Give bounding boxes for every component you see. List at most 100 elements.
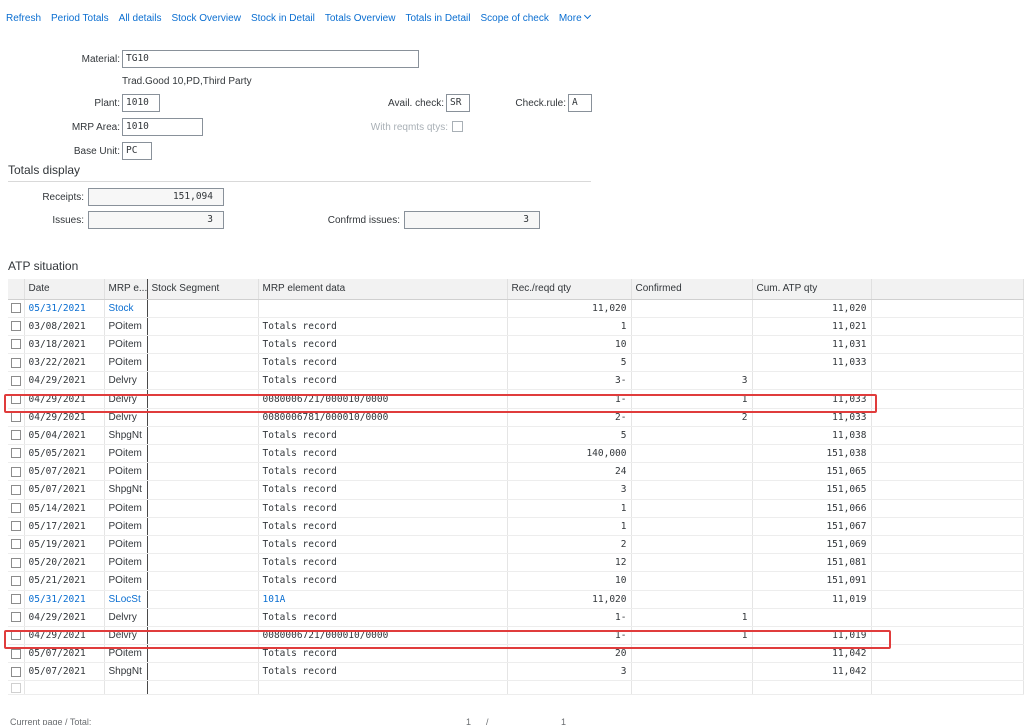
row-select-cell: [8, 517, 25, 536]
row-select-cell: [8, 608, 25, 627]
col-header-rec-reqd-qty[interactable]: Rec./reqd qty: [507, 279, 632, 300]
table-row[interactable]: 05/17/2021 POitem Totals record 1 151,067: [8, 517, 1024, 536]
row-mrp-element[interactable]: Stock: [104, 299, 148, 318]
period-totals-button[interactable]: Period Totals: [51, 13, 109, 24]
table-row[interactable]: 04/29/2021 Delvry Totals record 3- 3: [8, 371, 1024, 391]
row-date: 05/07/2021: [24, 644, 105, 664]
avail-check-field[interactable]: SR: [446, 94, 470, 112]
table-row[interactable]: 05/20/2021 POitem Totals record 12 151,081: [8, 553, 1024, 573]
row-stock-segment: [147, 626, 259, 646]
row-checkbox[interactable]: [11, 357, 21, 368]
row-mrp-element: Delvry: [104, 626, 148, 646]
totals-overview-button[interactable]: Totals Overview: [325, 13, 396, 24]
row-mrp-element: POitem: [104, 462, 148, 482]
more-label: More: [558, 12, 582, 24]
table-row[interactable]: 05/21/2021 POitem Totals record 10 151,091: [8, 571, 1024, 591]
plant-field[interactable]: 1010: [122, 94, 160, 112]
row-checkbox[interactable]: [11, 630, 21, 641]
mrp-area-field[interactable]: 1010: [122, 118, 203, 136]
col-header-mrp-element-data[interactable]: MRP element data: [258, 279, 508, 300]
row-checkbox[interactable]: [11, 593, 21, 604]
table-row[interactable]: 04/29/2021 Delvry Totals record 1- 1: [8, 608, 1024, 627]
table-row[interactable]: 05/14/2021 POitem Totals record 1 151,066: [8, 499, 1024, 518]
row-cum-atp-qty: 151,065: [752, 480, 872, 500]
base-unit-field[interactable]: PC: [122, 142, 152, 160]
table-row[interactable]: 05/07/2021 POitem Totals record 24 151,065: [8, 462, 1024, 482]
row-checkbox[interactable]: [11, 412, 21, 423]
row-confirmed: [631, 499, 753, 518]
row-checkbox[interactable]: [11, 393, 21, 404]
row-mrp-element[interactable]: SLocSt: [104, 590, 148, 609]
table-row[interactable]: 03/18/2021 POitem Totals record 10 11,031: [8, 335, 1024, 355]
receipts-field: 151,094: [88, 188, 224, 206]
row-select-cell: [8, 444, 25, 464]
material-field[interactable]: TG10: [122, 50, 419, 68]
row-checkbox[interactable]: [11, 484, 21, 495]
row-checkbox[interactable]: [11, 339, 21, 350]
row-checkbox[interactable]: [11, 648, 21, 659]
table-row[interactable]: 05/19/2021 POitem Totals record 2 151,069: [8, 535, 1024, 555]
table-row[interactable]: 04/29/2021 Delvry 0080006721/000010/0000 1-…: [8, 626, 1024, 646]
with-reqmts-checkbox[interactable]: [452, 121, 463, 132]
row-checkbox[interactable]: [11, 521, 21, 532]
row-date: 04/29/2021: [24, 371, 105, 391]
row-cum-atp-qty: 11,042: [752, 662, 872, 682]
row-confirmed: 2: [631, 408, 753, 427]
row-filler-cell: [871, 408, 1024, 427]
row-checkbox[interactable]: [11, 612, 21, 623]
stock-overview-button[interactable]: Stock Overview: [171, 13, 240, 24]
row-mrp-element-data[interactable]: [258, 299, 508, 318]
row-checkbox[interactable]: [11, 539, 21, 550]
col-header-stock-segment[interactable]: Stock Segment: [147, 279, 259, 300]
table-row[interactable]: 05/05/2021 POitem Totals record 140,000 151,…: [8, 444, 1024, 464]
totals-display-title: Totals display: [8, 163, 81, 177]
col-header-date[interactable]: Date: [24, 279, 105, 300]
table-row[interactable]: 04/29/2021 Delvry 0080006781/000010/0000 2-…: [8, 408, 1024, 427]
table-row[interactable]: 04/29/2021 Delvry 0080006721/000010/0000 1-…: [8, 389, 1024, 409]
row-checkbox[interactable]: [11, 448, 21, 459]
row-date[interactable]: 05/31/2021: [24, 299, 105, 318]
table-row[interactable]: 05/07/2021 ShpgNt Totals record 3 11,042: [8, 662, 1024, 682]
row-checkbox[interactable]: [11, 666, 21, 677]
col-header-confirmed[interactable]: Confirmed: [631, 279, 753, 300]
row-mrp-element-data[interactable]: 101A: [258, 590, 508, 609]
row-filler-cell: [871, 590, 1024, 609]
row-select-cell: [8, 553, 25, 573]
check-rule-field[interactable]: A: [568, 94, 592, 112]
table-row[interactable]: 05/07/2021 ShpgNt Totals record 3 151,065: [8, 480, 1024, 500]
row-date: 03/22/2021: [24, 353, 105, 373]
row-checkbox[interactable]: [11, 430, 21, 441]
table-row[interactable]: 05/07/2021 POitem Totals record 20 11,042: [8, 644, 1024, 664]
row-date[interactable]: 05/31/2021: [24, 590, 105, 609]
row-mrp-element-data: 0080006781/000010/0000: [258, 408, 508, 427]
scope-of-check-button[interactable]: Scope of check: [480, 13, 548, 24]
row-checkbox[interactable]: [11, 557, 21, 568]
table-row[interactable]: 03/22/2021 POitem Totals record 5 11,033: [8, 353, 1024, 373]
row-rec-reqd-qty: 1-: [507, 608, 632, 627]
row-cum-atp-qty: 151,091: [752, 571, 872, 591]
row-select-cell: [8, 335, 25, 355]
col-header-cum-atp-qty[interactable]: Cum. ATP qty: [752, 279, 872, 300]
page-total: 1: [561, 717, 567, 725]
all-details-button[interactable]: All details: [119, 13, 162, 24]
row-checkbox[interactable]: [11, 302, 21, 313]
empty-row: [8, 680, 1024, 696]
row-checkbox[interactable]: [11, 375, 21, 386]
row-cum-atp-qty: 11,019: [752, 626, 872, 646]
row-checkbox[interactable]: [11, 466, 21, 477]
row-rec-reqd-qty: 1-: [507, 626, 632, 646]
row-checkbox[interactable]: [11, 503, 21, 514]
more-menu-button[interactable]: More: [558, 11, 591, 24]
row-stock-segment: [147, 426, 259, 446]
row-checkbox[interactable]: [11, 321, 21, 332]
select-all-header: [8, 279, 25, 300]
table-row[interactable]: 03/08/2021 POitem Totals record 1 11,021: [8, 317, 1024, 336]
totals-in-detail-button[interactable]: Totals in Detail: [405, 13, 470, 24]
refresh-button[interactable]: Refresh: [6, 13, 41, 24]
table-row[interactable]: 05/31/2021 SLocSt 101A 11,020 11,019: [8, 590, 1024, 609]
row-checkbox[interactable]: [11, 575, 21, 586]
table-row[interactable]: 05/04/2021 ShpgNt Totals record 5 11,038: [8, 426, 1024, 446]
col-header-mrp-element[interactable]: MRP e...: [104, 279, 148, 300]
stock-in-detail-button[interactable]: Stock in Detail: [251, 13, 315, 24]
table-row[interactable]: 05/31/2021 Stock 11,020 11,020: [8, 299, 1024, 318]
